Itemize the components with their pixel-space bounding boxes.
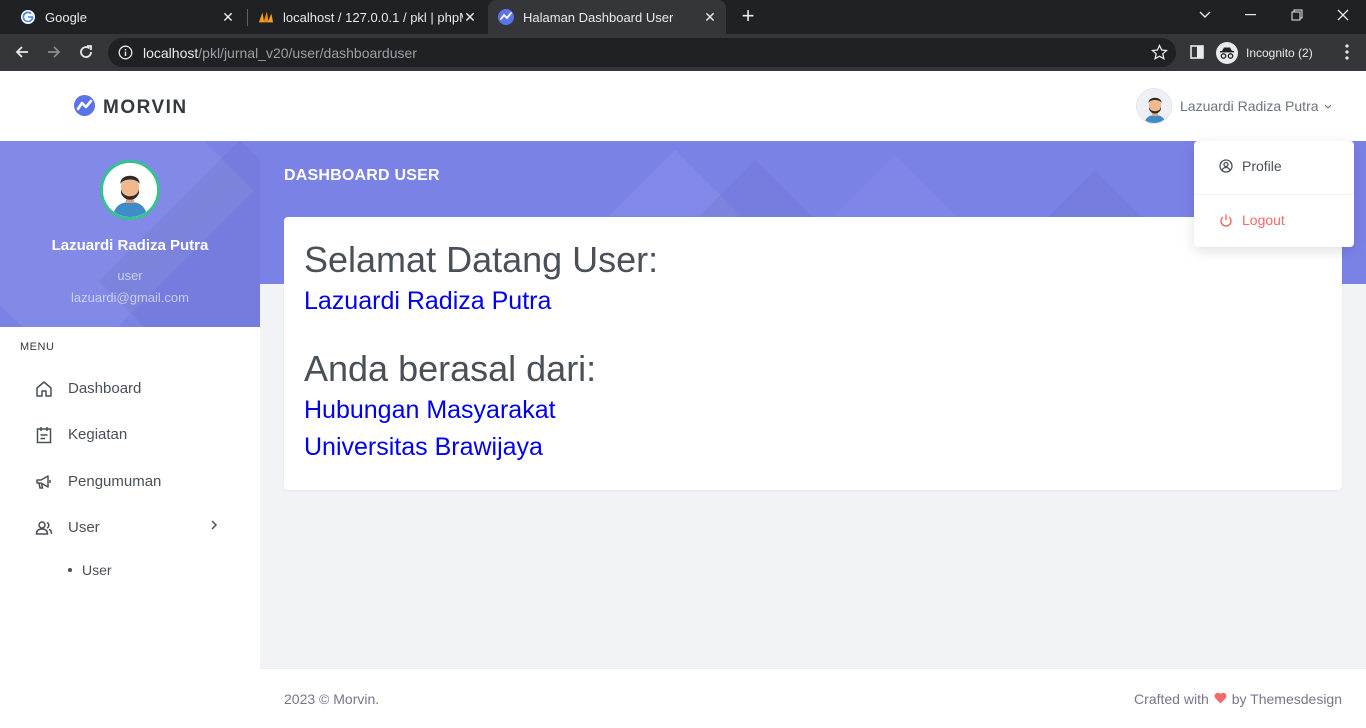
logo[interactable]: MORVIN	[74, 95, 188, 121]
welcome-card: Selamat Datang User: Lazuardi Radiza Put…	[284, 217, 1342, 490]
page-title: DASHBOARD USER	[284, 167, 440, 184]
department-name: Hubungan Masyarakat	[304, 396, 556, 424]
menu-title: MENU	[20, 341, 55, 353]
minimize-icon[interactable]	[1228, 0, 1274, 30]
power-icon	[1219, 213, 1233, 227]
footer-credit-prefix: Crafted with	[1134, 691, 1209, 707]
side-panel-icon[interactable]	[1184, 39, 1210, 65]
footer: 2023 © Morvin. Crafted with by Themesdes…	[260, 668, 1366, 728]
welcome-user-name: Lazuardi Radiza Putra	[304, 287, 552, 315]
university-name: Universitas Brawijaya	[304, 433, 543, 461]
sidebar-item-label: Pengumuman	[68, 473, 162, 490]
sidebar-item-user[interactable]: User	[0, 508, 260, 548]
footer-copyright: 2023 © Morvin.	[284, 691, 380, 707]
users-icon	[34, 519, 54, 537]
sidebar-subitem-label: User	[82, 562, 112, 578]
close-icon[interactable]: ✕	[220, 9, 236, 25]
tab-title: Halaman Dashboard User	[523, 9, 674, 25]
user-circle-icon	[1219, 159, 1233, 173]
bullet-icon	[68, 568, 72, 572]
sidebar-avatar	[100, 160, 160, 220]
top-navbar: MORVIN Lazuardi Radiza Putra	[0, 71, 1366, 141]
dropdown-item-profile[interactable]: Profile	[1194, 141, 1354, 191]
sidebar-item-pengumuman[interactable]: Pengumuman	[0, 462, 260, 502]
welcome-heading: Selamat Datang User:	[304, 239, 659, 280]
bookmark-star-icon[interactable]	[1150, 43, 1169, 66]
morvin-logo-icon	[74, 95, 95, 121]
tab-google[interactable]: Google ✕	[8, 0, 244, 34]
phpmyadmin-icon	[258, 9, 274, 25]
incognito-icon	[1216, 41, 1238, 64]
user-dropdown-menu: Profile Logout	[1194, 141, 1354, 247]
heart-icon	[1214, 691, 1227, 707]
sidebar-user-role: user	[117, 268, 143, 283]
sidebar-item-label: User	[68, 519, 100, 536]
incognito-label: Incognito (2)	[1246, 45, 1313, 60]
browser-toolbar: localhost/pkl/jurnal_v20/user/dashboardu…	[0, 34, 1366, 71]
tab-phpmyadmin[interactable]: localhost / 127.0.0.1 / pkl | phpMyAdmin…	[248, 0, 486, 34]
tab-dashboard[interactable]: Halaman Dashboard User ✕	[488, 0, 726, 34]
tab-title: Google	[45, 9, 87, 25]
close-icon[interactable]: ✕	[702, 9, 718, 25]
avatar	[1136, 88, 1172, 124]
chevron-down-icon	[1324, 101, 1332, 111]
origin-heading: Anda berasal dari:	[304, 348, 597, 389]
url-text: localhost/pkl/jurnal_v20/user/dashboardu…	[143, 45, 417, 61]
megaphone-icon	[34, 473, 54, 491]
sidebar-user-name: Lazuardi Radiza Putra	[51, 237, 209, 254]
home-icon	[34, 380, 54, 398]
reload-icon[interactable]	[73, 39, 99, 65]
page: MORVIN Lazuardi Radiza Putra Lazuardi Ra…	[0, 71, 1366, 728]
new-tab-button[interactable]: +	[736, 5, 760, 29]
google-icon	[20, 9, 36, 25]
sidebar-item-dashboard[interactable]: Dashboard	[0, 369, 260, 409]
chevron-right-icon	[210, 518, 218, 534]
logo-text: MORVIN	[103, 97, 188, 118]
user-dropdown-toggle[interactable]: Lazuardi Radiza Putra	[1136, 88, 1332, 124]
window-close-icon[interactable]	[1320, 0, 1366, 30]
sidebar-item-kegiatan[interactable]: Kegiatan	[0, 415, 260, 455]
footer-credit: Crafted with by Themesdesign	[1134, 691, 1342, 707]
sidebar: Lazuardi Radiza Putra user lazuardi@gmai…	[0, 141, 260, 728]
calendar-icon	[34, 426, 54, 444]
restore-icon[interactable]	[1274, 0, 1320, 30]
browser-menu-icon[interactable]	[1334, 39, 1360, 65]
footer-credit-suffix: by Themesdesign	[1231, 691, 1342, 707]
incognito-badge[interactable]: Incognito (2)	[1216, 38, 1313, 67]
dropdown-label: Profile	[1242, 158, 1282, 174]
morvin-icon	[498, 9, 514, 25]
tab-title: localhost / 127.0.0.1 / pkl | phpMyAdmin	[283, 9, 463, 25]
dropdown-item-logout[interactable]: Logout	[1194, 195, 1354, 245]
sidebar-item-label: Kegiatan	[68, 426, 128, 443]
forward-icon[interactable]	[41, 39, 67, 65]
dropdown-label: Logout	[1242, 212, 1285, 228]
back-icon[interactable]	[9, 39, 35, 65]
sidebar-item-label: Dashboard	[68, 380, 142, 397]
user-name: Lazuardi Radiza Putra	[1180, 98, 1319, 114]
close-icon[interactable]: ✕	[462, 9, 478, 25]
sidebar-subitem-user[interactable]: User	[68, 562, 112, 578]
tab-search-icon[interactable]	[1182, 0, 1228, 30]
info-icon[interactable]	[118, 45, 133, 65]
address-bar[interactable]: localhost/pkl/jurnal_v20/user/dashboardu…	[108, 38, 1176, 67]
browser-tab-bar: Google ✕ localhost / 127.0.0.1 / pkl | p…	[0, 0, 1366, 34]
sidebar-user-email: lazuardi@gmail.com	[71, 290, 189, 305]
sidebar-profile: Lazuardi Radiza Putra user lazuardi@gmai…	[0, 141, 260, 327]
